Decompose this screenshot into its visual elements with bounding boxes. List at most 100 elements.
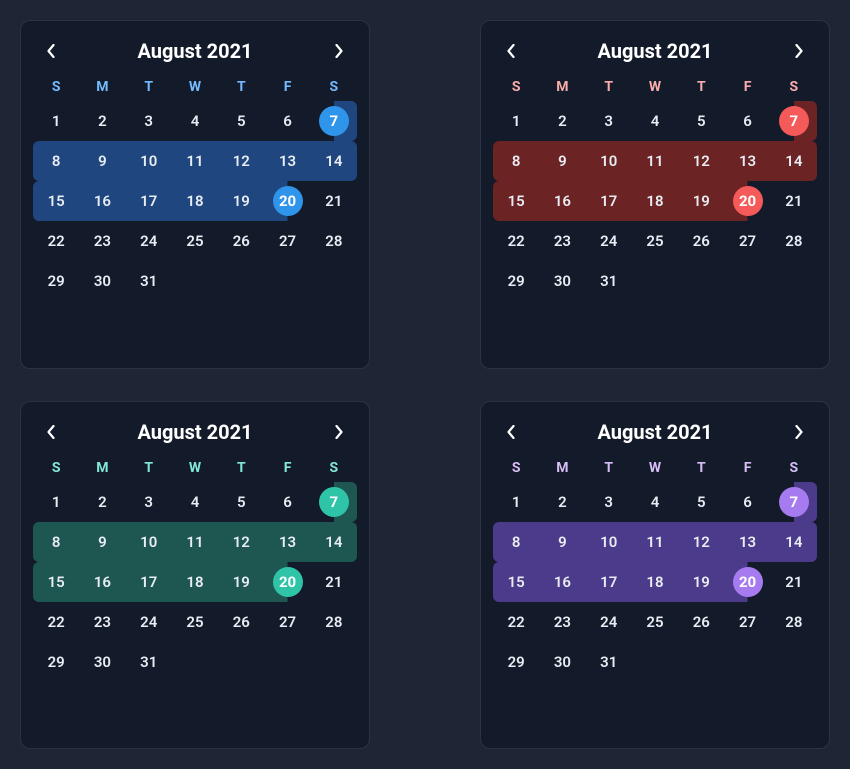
day-cell[interactable]: 3 bbox=[126, 101, 172, 141]
day-cell[interactable]: 15 bbox=[33, 562, 79, 602]
day-cell[interactable]: 5 bbox=[218, 482, 264, 522]
day-cell[interactable]: 11 bbox=[632, 522, 678, 562]
day-cell[interactable]: 6 bbox=[264, 482, 310, 522]
day-cell[interactable]: 3 bbox=[126, 482, 172, 522]
day-cell[interactable]: 20 bbox=[264, 562, 310, 602]
day-cell[interactable]: 17 bbox=[126, 181, 172, 221]
day-cell[interactable]: 6 bbox=[724, 482, 770, 522]
day-cell[interactable]: 7 bbox=[311, 101, 357, 141]
day-cell[interactable]: 31 bbox=[586, 261, 632, 301]
day-cell[interactable]: 11 bbox=[632, 141, 678, 181]
day-cell[interactable]: 2 bbox=[79, 482, 125, 522]
day-cell[interactable]: 26 bbox=[218, 221, 264, 261]
day-cell[interactable]: 4 bbox=[632, 101, 678, 141]
day-cell[interactable]: 16 bbox=[79, 181, 125, 221]
day-cell[interactable]: 16 bbox=[79, 562, 125, 602]
day-cell[interactable]: 9 bbox=[79, 522, 125, 562]
day-cell[interactable]: 1 bbox=[493, 101, 539, 141]
next-month-button[interactable] bbox=[789, 41, 809, 61]
day-cell[interactable]: 8 bbox=[33, 522, 79, 562]
day-cell[interactable]: 5 bbox=[678, 101, 724, 141]
day-cell[interactable]: 10 bbox=[586, 522, 632, 562]
day-cell[interactable]: 16 bbox=[539, 181, 585, 221]
day-cell[interactable]: 15 bbox=[493, 181, 539, 221]
day-cell[interactable]: 8 bbox=[493, 141, 539, 181]
day-cell[interactable]: 30 bbox=[539, 642, 585, 682]
day-cell[interactable]: 1 bbox=[33, 101, 79, 141]
day-cell[interactable]: 17 bbox=[586, 181, 632, 221]
day-cell[interactable]: 9 bbox=[539, 141, 585, 181]
day-cell[interactable]: 29 bbox=[33, 261, 79, 301]
day-cell[interactable]: 4 bbox=[172, 482, 218, 522]
day-cell[interactable]: 21 bbox=[771, 181, 817, 221]
day-cell[interactable]: 10 bbox=[126, 141, 172, 181]
day-cell[interactable]: 10 bbox=[126, 522, 172, 562]
day-cell[interactable]: 13 bbox=[264, 522, 310, 562]
day-cell[interactable]: 6 bbox=[264, 101, 310, 141]
day-cell[interactable]: 8 bbox=[33, 141, 79, 181]
day-cell[interactable]: 31 bbox=[586, 642, 632, 682]
day-cell[interactable]: 14 bbox=[771, 522, 817, 562]
day-cell[interactable]: 7 bbox=[771, 482, 817, 522]
day-cell[interactable]: 5 bbox=[678, 482, 724, 522]
day-cell[interactable]: 18 bbox=[172, 562, 218, 602]
day-cell[interactable]: 14 bbox=[771, 141, 817, 181]
day-cell[interactable]: 2 bbox=[539, 101, 585, 141]
day-cell[interactable]: 30 bbox=[79, 261, 125, 301]
day-cell[interactable]: 2 bbox=[79, 101, 125, 141]
day-cell[interactable]: 12 bbox=[218, 522, 264, 562]
prev-month-button[interactable] bbox=[41, 422, 61, 442]
day-cell[interactable]: 3 bbox=[586, 101, 632, 141]
day-cell[interactable]: 21 bbox=[311, 181, 357, 221]
day-cell[interactable]: 29 bbox=[33, 642, 79, 682]
day-cell[interactable]: 24 bbox=[586, 221, 632, 261]
day-cell[interactable]: 14 bbox=[311, 141, 357, 181]
day-cell[interactable]: 17 bbox=[126, 562, 172, 602]
day-cell[interactable]: 7 bbox=[771, 101, 817, 141]
day-cell[interactable]: 28 bbox=[771, 602, 817, 642]
day-cell[interactable]: 19 bbox=[678, 562, 724, 602]
day-cell[interactable]: 19 bbox=[218, 181, 264, 221]
day-cell[interactable]: 4 bbox=[632, 482, 678, 522]
day-cell[interactable]: 30 bbox=[539, 261, 585, 301]
day-cell[interactable]: 28 bbox=[771, 221, 817, 261]
day-cell[interactable]: 21 bbox=[311, 562, 357, 602]
prev-month-button[interactable] bbox=[501, 422, 521, 442]
day-cell[interactable]: 1 bbox=[493, 482, 539, 522]
day-cell[interactable]: 1 bbox=[33, 482, 79, 522]
day-cell[interactable]: 22 bbox=[493, 602, 539, 642]
prev-month-button[interactable] bbox=[501, 41, 521, 61]
next-month-button[interactable] bbox=[329, 41, 349, 61]
day-cell[interactable]: 18 bbox=[632, 181, 678, 221]
day-cell[interactable]: 3 bbox=[586, 482, 632, 522]
day-cell[interactable]: 26 bbox=[678, 602, 724, 642]
day-cell[interactable]: 25 bbox=[172, 221, 218, 261]
day-cell[interactable]: 9 bbox=[539, 522, 585, 562]
day-cell[interactable]: 12 bbox=[678, 141, 724, 181]
day-cell[interactable]: 12 bbox=[678, 522, 724, 562]
day-cell[interactable]: 24 bbox=[126, 602, 172, 642]
day-cell[interactable]: 18 bbox=[172, 181, 218, 221]
day-cell[interactable]: 29 bbox=[493, 642, 539, 682]
day-cell[interactable]: 13 bbox=[724, 141, 770, 181]
day-cell[interactable]: 14 bbox=[311, 522, 357, 562]
day-cell[interactable]: 22 bbox=[33, 602, 79, 642]
day-cell[interactable]: 27 bbox=[724, 221, 770, 261]
day-cell[interactable]: 22 bbox=[493, 221, 539, 261]
day-cell[interactable]: 23 bbox=[79, 602, 125, 642]
day-cell[interactable]: 8 bbox=[493, 522, 539, 562]
day-cell[interactable]: 25 bbox=[172, 602, 218, 642]
day-cell[interactable]: 26 bbox=[218, 602, 264, 642]
day-cell[interactable]: 11 bbox=[172, 522, 218, 562]
day-cell[interactable]: 10 bbox=[586, 141, 632, 181]
day-cell[interactable]: 15 bbox=[493, 562, 539, 602]
day-cell[interactable]: 9 bbox=[79, 141, 125, 181]
day-cell[interactable]: 25 bbox=[632, 221, 678, 261]
day-cell[interactable]: 17 bbox=[586, 562, 632, 602]
day-cell[interactable]: 28 bbox=[311, 602, 357, 642]
day-cell[interactable]: 23 bbox=[79, 221, 125, 261]
day-cell[interactable]: 20 bbox=[724, 181, 770, 221]
day-cell[interactable]: 7 bbox=[311, 482, 357, 522]
next-month-button[interactable] bbox=[329, 422, 349, 442]
day-cell[interactable]: 13 bbox=[264, 141, 310, 181]
